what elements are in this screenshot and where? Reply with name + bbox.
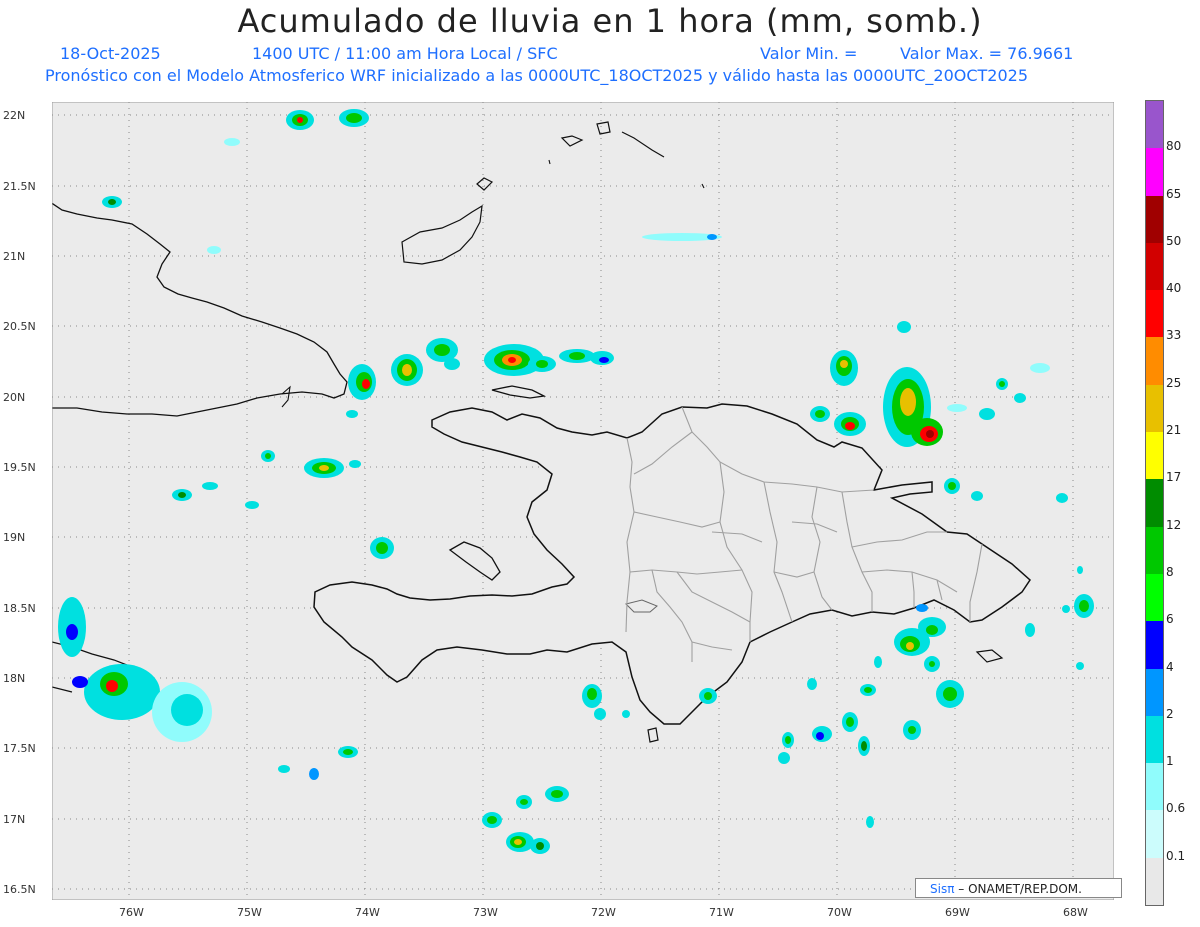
colorbar-level-label: 8 [1166, 564, 1174, 579]
colorbar-level-label: 1 [1166, 754, 1174, 769]
colorbar-segment [1146, 479, 1163, 527]
colorbar-segment [1146, 337, 1163, 385]
y-tick-label: 20N [3, 391, 26, 404]
colorbar-segment [1146, 715, 1163, 764]
y-tick-label: 16.5N [3, 883, 36, 896]
y-tick-label: 21.5N [3, 180, 36, 193]
colorbar-segment [1146, 195, 1163, 243]
x-tick-label: 68W [1063, 906, 1088, 919]
forecast-time: 1400 UTC / 11:00 am Hora Local / SFC [252, 44, 558, 63]
colorbar-level-label: 12 [1166, 517, 1182, 532]
y-tick-label: 17.5N [3, 742, 36, 755]
value-min: Valor Min. = [760, 44, 858, 63]
precipitation-map [52, 102, 1114, 900]
colorbar-level-label: 0.6 [1166, 801, 1186, 816]
colorbar-level-label: 4 [1166, 659, 1174, 674]
colorbar-level-label: 80 [1166, 139, 1182, 154]
colorbar-level-label: 0.1 [1166, 848, 1186, 863]
y-tick-label: 22N [3, 109, 26, 122]
y-tick-label: 17N [3, 813, 26, 826]
x-tick-label: 72W [591, 906, 616, 919]
sis-logo-text: Sisπ [930, 882, 955, 896]
y-tick-label: 18N [3, 672, 26, 685]
x-tick-label: 70W [827, 906, 852, 919]
colorbar-segment [1146, 621, 1163, 669]
y-tick-label: 19N [3, 531, 26, 544]
colorbar-segment [1146, 384, 1163, 433]
colorbar-segment [1146, 526, 1163, 574]
precipitation-colorbar [1145, 100, 1164, 906]
colorbar-level-label: 2 [1166, 706, 1174, 721]
colorbar-level-label: 6 [1166, 612, 1174, 627]
y-tick-label: 19.5N [3, 461, 36, 474]
x-tick-label: 73W [473, 906, 498, 919]
colorbar-segment [1146, 573, 1163, 622]
colorbar-level-label: 17 [1166, 470, 1182, 485]
x-tick-label: 74W [355, 906, 380, 919]
y-tick-label: 20.5N [3, 320, 36, 333]
colorbar-segment [1146, 432, 1163, 480]
colorbar-segment [1146, 148, 1163, 196]
map-title: Acumulado de lluvia en 1 hora (mm, somb.… [237, 2, 983, 40]
y-tick-label: 18.5N [3, 602, 36, 615]
colorbar-segment [1146, 763, 1163, 811]
colorbar-segment [1146, 668, 1163, 716]
forecast-date: 18-Oct-2025 [60, 44, 161, 63]
colorbar-level-label: 25 [1166, 375, 1182, 390]
colorbar-segment [1146, 857, 1163, 905]
x-tick-label: 69W [945, 906, 970, 919]
colorbar-level-label: 50 [1166, 233, 1182, 248]
model-description: Pronóstico con el Modelo Atmosferico WRF… [45, 66, 1029, 85]
colorbar-level-label: 33 [1166, 328, 1182, 343]
x-tick-label: 71W [709, 906, 734, 919]
colorbar-segment [1146, 810, 1163, 858]
beata-island [647, 727, 659, 743]
colorbar-segment [1146, 242, 1163, 291]
x-tick-label: 75W [237, 906, 262, 919]
colorbar-level-label: 65 [1166, 186, 1182, 201]
colorbar-level-label: 21 [1166, 423, 1182, 438]
credit-box: Sisπ – ONAMET/REP.DOM. [915, 878, 1122, 898]
colorbar-segment [1146, 101, 1163, 149]
credit-org: – ONAMET/REP.DOM. [954, 882, 1082, 896]
y-tick-label: 21N [3, 250, 26, 263]
x-tick-label: 76W [119, 906, 144, 919]
colorbar-level-label: 40 [1166, 281, 1182, 296]
value-max: Valor Max. = 76.9661 [900, 44, 1074, 63]
colorbar-segment [1146, 290, 1163, 338]
